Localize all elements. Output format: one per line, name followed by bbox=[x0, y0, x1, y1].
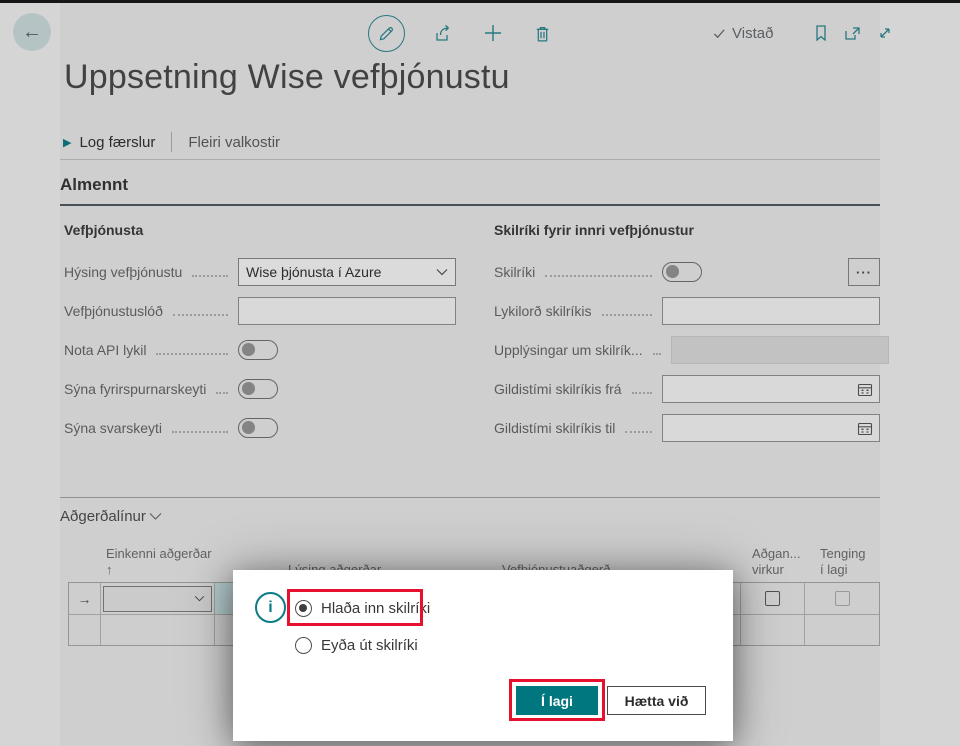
radio-button[interactable] bbox=[295, 600, 312, 617]
window-top-border bbox=[0, 0, 960, 3]
ok-button[interactable]: Í lagi bbox=[516, 686, 598, 715]
radio-option-eyda-ut-skilriki[interactable]: Eyða út skilríki bbox=[295, 633, 418, 657]
radio-label: Hlaða inn skilríki bbox=[321, 600, 430, 617]
certificate-dialog: i Hlaða inn skilríki Eyða út skilríki Í … bbox=[233, 570, 733, 741]
radio-button[interactable] bbox=[295, 637, 312, 654]
radio-option-hlada-inn-skilriki[interactable]: Hlaða inn skilríki bbox=[295, 596, 430, 620]
radio-label: Eyða út skilríki bbox=[321, 637, 418, 654]
cancel-button[interactable]: Hætta við bbox=[607, 686, 706, 715]
info-icon: i bbox=[255, 592, 286, 623]
